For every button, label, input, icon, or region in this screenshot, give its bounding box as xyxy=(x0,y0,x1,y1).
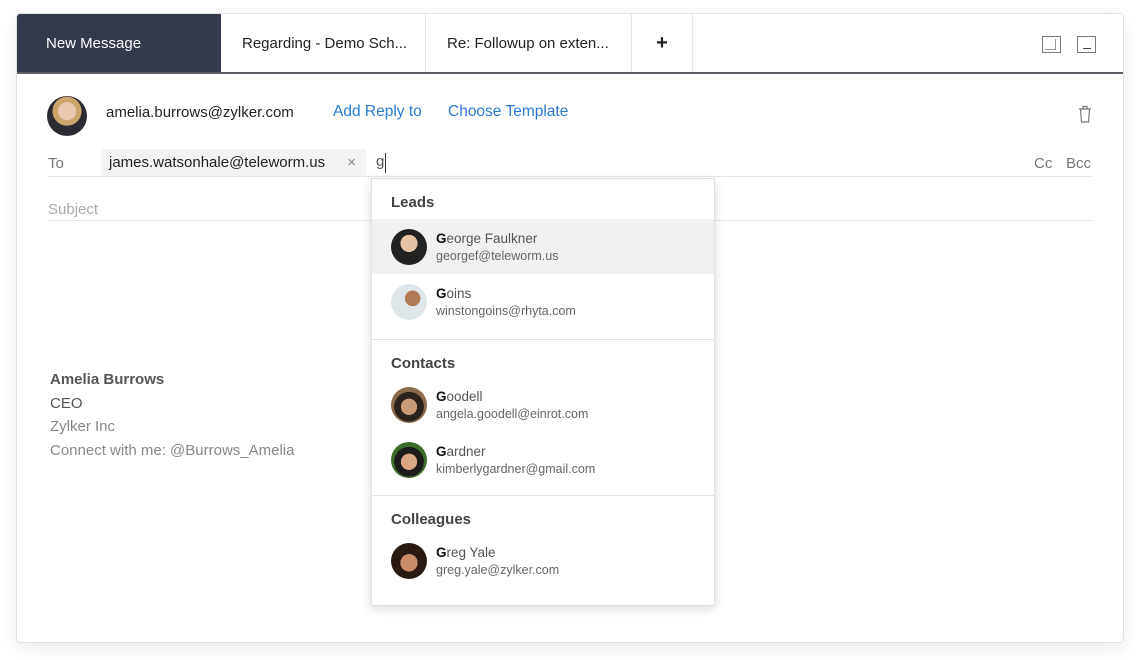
to-label: To xyxy=(48,155,64,172)
match-text: G xyxy=(436,544,447,560)
suggestion-item[interactable]: Goodell angela.goodell@einrot.com xyxy=(372,377,714,432)
group-header: Leads xyxy=(391,194,435,211)
minimize-icon[interactable] xyxy=(1077,36,1096,53)
match-text: G xyxy=(436,285,447,301)
subject-input[interactable]: Subject xyxy=(48,201,98,218)
contact-email: kimberlygardner@gmail.com xyxy=(436,461,596,476)
suggestion-item[interactable]: George Faulkner georgef@teleworm.us xyxy=(372,219,714,274)
contact-name: eorge Faulkner xyxy=(446,230,538,246)
tab-bar: New Message Regarding - Demo Sch... Re: … xyxy=(17,14,1123,74)
contact-name: oins xyxy=(446,285,472,301)
contact-email: winstongoins@rhyta.com xyxy=(436,303,576,318)
tab-followup[interactable]: Re: Followup on exten... xyxy=(426,14,632,72)
match-text: G xyxy=(436,388,447,404)
contact-email: georgef@teleworm.us xyxy=(436,248,559,263)
contact-name: oodell xyxy=(446,388,483,404)
contact-avatar xyxy=(391,441,427,478)
choose-template-link[interactable]: Choose Template xyxy=(448,103,568,121)
trash-icon[interactable] xyxy=(1078,105,1092,123)
contact-avatar xyxy=(391,386,427,423)
suggestion-group-contacts: Contacts Goodell angela.goodell@einrot.c… xyxy=(372,340,714,496)
add-reply-to-link[interactable]: Add Reply to xyxy=(333,103,422,121)
suggestion-group-colleagues: Colleagues Greg Yale greg.yale@zylker.co… xyxy=(372,496,714,588)
group-header: Contacts xyxy=(391,355,456,372)
contact-email: greg.yale@zylker.com xyxy=(436,562,560,577)
match-text: G xyxy=(436,443,447,459)
cc-button[interactable]: Cc xyxy=(1034,155,1052,172)
contact-avatar xyxy=(391,283,427,320)
suggestion-item[interactable]: Greg Yale greg.yale@zylker.com xyxy=(372,533,714,588)
suggestion-group-leads: Leads George Faulkner georgef@teleworm.u… xyxy=(372,179,714,340)
recipient-email: james.watsonhale@teleworm.us xyxy=(109,154,326,171)
signature-name: Amelia Burrows xyxy=(50,371,165,388)
contact-name: ardner xyxy=(446,443,486,459)
group-header: Colleagues xyxy=(391,511,472,528)
divider xyxy=(47,176,1092,177)
suggestion-item[interactable]: Goins winstongoins@rhyta.com xyxy=(372,274,714,339)
new-tab-button[interactable]: + xyxy=(632,14,693,72)
sender-avatar xyxy=(47,96,87,136)
tab-regarding-demo[interactable]: Regarding - Demo Sch... xyxy=(221,14,426,72)
remove-recipient-icon[interactable]: × xyxy=(347,154,356,171)
contact-email: angela.goodell@einrot.com xyxy=(436,406,589,421)
bcc-button[interactable]: Bcc xyxy=(1066,155,1091,172)
signature-social: Connect with me: @Burrows_Amelia xyxy=(50,442,295,459)
recipient-suggestions-dropdown: Leads George Faulkner georgef@teleworm.u… xyxy=(371,178,715,606)
signature-title: CEO xyxy=(50,395,83,412)
tab-new-message[interactable]: New Message xyxy=(17,14,221,72)
suggestion-item[interactable]: Gardner kimberlygardner@gmail.com xyxy=(372,432,714,495)
contact-avatar xyxy=(391,542,427,579)
contact-avatar xyxy=(391,228,427,265)
signature-company: Zylker Inc xyxy=(50,418,116,435)
from-address: amelia.burrows@zylker.com xyxy=(106,104,294,121)
to-input[interactable]: g xyxy=(376,153,387,173)
match-text: G xyxy=(436,230,447,246)
contact-name: reg Yale xyxy=(446,544,496,560)
recipient-chip[interactable]: james.watsonhale@teleworm.us × xyxy=(101,149,366,176)
maximize-icon[interactable] xyxy=(1042,36,1061,53)
